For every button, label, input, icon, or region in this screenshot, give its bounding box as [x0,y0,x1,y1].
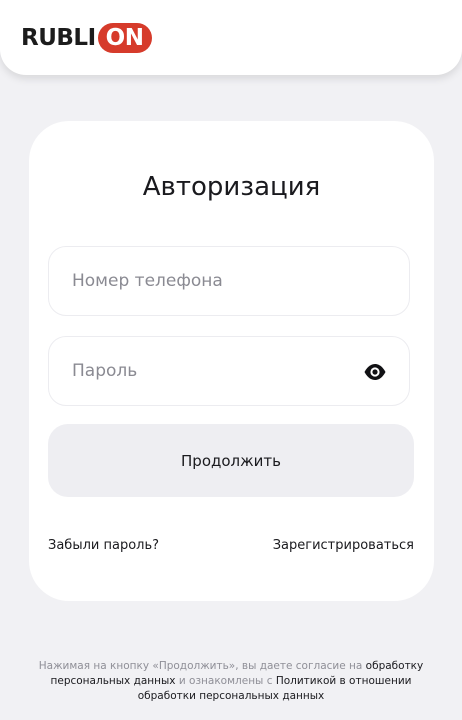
consent-part-1: Нажимая на кнопку «Продолжить», вы даете… [38,659,366,672]
login-card: Авторизация Продолжить Забыли пароль? За… [29,121,434,601]
phone-input[interactable] [72,247,352,315]
continue-button[interactable]: Продолжить [48,424,414,497]
eye-icon[interactable] [363,361,387,383]
password-input[interactable] [72,337,352,405]
phone-field[interactable] [48,246,410,316]
password-field[interactable] [48,336,410,406]
logo-text: RUBLI [21,25,96,51]
page-title: Авторизация [142,172,321,202]
consent-text: Нажимая на кнопку «Продолжить», вы даете… [20,659,442,704]
logo-accent: ON [97,23,153,53]
rublion-logo[interactable]: RUBLI ON [21,22,153,54]
register-link[interactable]: Зарегистрироваться [273,537,414,555]
app-header: RUBLI ON [0,0,462,75]
forgot-password-link[interactable]: Забыли пароль? [48,537,159,555]
consent-part-2: и ознакомлены с [175,674,276,687]
